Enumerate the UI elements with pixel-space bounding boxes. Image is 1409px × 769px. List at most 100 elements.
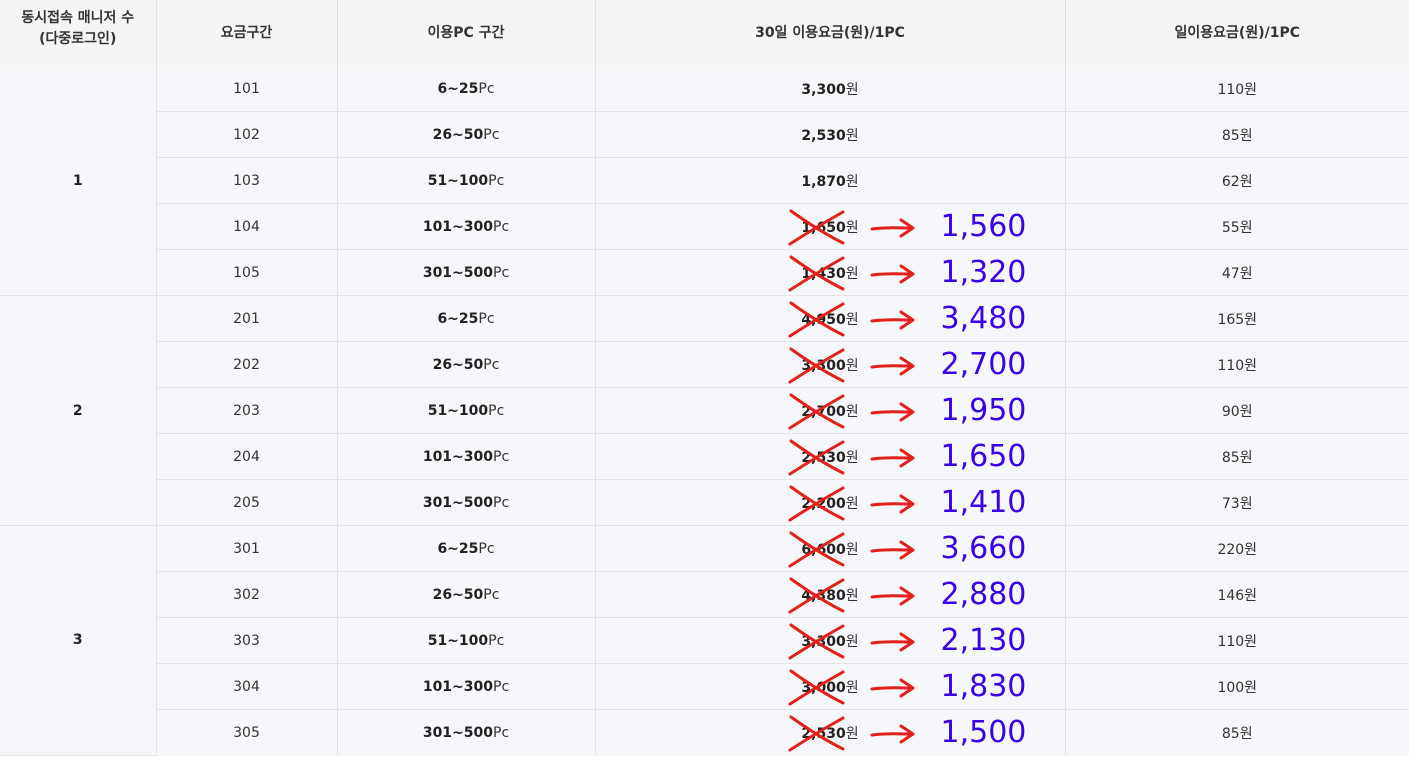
- right-arrow-icon: [870, 264, 914, 284]
- pc-range-cell: 301~500Pc: [336, 709, 595, 755]
- old-monthly-price: 2,200원: [788, 485, 859, 521]
- tier-cell: 304: [155, 663, 337, 710]
- old-monthly-price: 1,650원: [788, 209, 859, 245]
- old-monthly-price: 6,600원: [788, 531, 859, 567]
- new-monthly-price: 1,560: [940, 209, 1027, 244]
- monthly-price-value: 4,950: [801, 311, 846, 328]
- pc-range-value: 6~25: [437, 80, 479, 97]
- table-row: 2 201 6~25Pc 4,950원 3,480 165원: [0, 295, 1409, 526]
- monthly-price-value: 3,000: [801, 679, 846, 696]
- header-manager-count-line1: 동시접속 매니저 수: [21, 10, 135, 26]
- daily-fee-cell: 100원: [1064, 663, 1409, 710]
- new-monthly-price: 2,700: [940, 347, 1027, 382]
- right-arrow-icon: [870, 678, 914, 698]
- old-monthly-price: 4,950원: [788, 301, 859, 337]
- new-monthly-price: 1,650: [940, 439, 1027, 474]
- monthly-fee-cell: 3,300원 2,130: [594, 617, 1065, 664]
- tier-cell: 103: [155, 157, 337, 204]
- old-monthly-price: 1,430원: [788, 255, 859, 291]
- pc-range-cell: 51~100Pc: [336, 387, 595, 434]
- won-unit: 원: [845, 81, 859, 98]
- daily-fee-cell: 110원: [1064, 341, 1409, 388]
- daily-fee-cell: 55원: [1064, 203, 1409, 250]
- pc-unit: Pc: [493, 724, 510, 741]
- monthly-price-value: 1,870: [801, 173, 846, 190]
- right-arrow-icon: [870, 218, 914, 238]
- daily-fee-cell: 165원: [1064, 295, 1409, 342]
- tier-cell: 203: [155, 387, 337, 434]
- monthly-price-value: 1,650: [801, 219, 846, 236]
- pc-range-cell: 101~300Pc: [336, 203, 595, 250]
- pc-unit: Pc: [493, 218, 510, 235]
- pc-range-value: 26~50: [432, 356, 484, 373]
- new-monthly-price: 1,500: [940, 715, 1027, 750]
- pc-unit: Pc: [483, 356, 500, 373]
- pc-range-cell: 6~25Pc: [336, 66, 595, 112]
- tier-cell: 101: [155, 66, 337, 112]
- pc-range-cell: 301~500Pc: [336, 479, 595, 526]
- table-row: 302 26~50Pc 4,380원 2,880 146원: [0, 571, 1409, 618]
- right-arrow-icon: [870, 586, 914, 606]
- old-monthly-price: 3,300원: [788, 623, 859, 659]
- right-arrow-icon: [870, 724, 914, 744]
- pc-unit: Pc: [483, 126, 500, 143]
- header-tier: 요금구간: [155, 0, 337, 66]
- daily-fee-cell: 85원: [1064, 433, 1409, 480]
- old-monthly-price: 2,700원: [788, 393, 859, 429]
- won-unit: 원: [845, 449, 859, 466]
- pc-unit: Pc: [488, 632, 505, 649]
- monthly-fee-cell: 6,600원 3,660: [594, 525, 1065, 572]
- tier-cell: 305: [155, 709, 337, 755]
- monthly-fee-cell: 4,950원 3,480: [594, 295, 1065, 342]
- pc-unit: Pc: [478, 540, 495, 557]
- pc-range-cell: 26~50Pc: [336, 111, 595, 158]
- tier-cell: 202: [155, 341, 337, 388]
- pc-range-cell: 101~300Pc: [336, 433, 595, 480]
- pc-range-value: 301~500: [422, 724, 494, 741]
- daily-fee-cell: 110원: [1064, 617, 1409, 664]
- table-row: 304 101~300Pc 3,000원 1,830 100원: [0, 663, 1409, 710]
- monthly-fee-cell: 1,870원: [594, 157, 1065, 204]
- right-arrow-icon: [870, 448, 914, 468]
- table-row: 102 26~50Pc 2,530원 85원: [0, 111, 1409, 158]
- table-row: 202 26~50Pc 3,300원 2,700 110원: [0, 341, 1409, 388]
- monthly-price-value: 2,700: [801, 403, 846, 420]
- header-pc-range: 이용PC 구간: [336, 0, 595, 66]
- monthly-fee-cell: 2,530원: [594, 111, 1065, 158]
- tier-cell: 201: [155, 295, 337, 342]
- monthly-price-value: 3,300: [801, 81, 846, 98]
- tier-cell: 204: [155, 433, 337, 480]
- pricing-table-body: 1 101 6~25Pc 3,300원 110원 102 26~50Pc 2,530원 85원 1…: [0, 66, 1409, 756]
- monthly-fee-cell: 3,300원 2,700: [594, 341, 1065, 388]
- pc-range-cell: 26~50Pc: [336, 571, 595, 618]
- monthly-price-value: 6,600: [801, 541, 846, 558]
- old-monthly-price: 4,380원: [788, 577, 859, 613]
- daily-fee-cell: 85원: [1064, 709, 1409, 755]
- pc-range-value: 51~100: [427, 402, 489, 419]
- monthly-fee-cell: 2,200원 1,410: [594, 479, 1065, 526]
- tier-cell: 104: [155, 203, 337, 250]
- table-row: 1 101 6~25Pc 3,300원 110원: [0, 66, 1409, 296]
- won-unit: 원: [845, 357, 859, 374]
- new-monthly-price: 1,320: [940, 255, 1027, 290]
- pc-range-cell: 51~100Pc: [336, 157, 595, 204]
- won-unit: 원: [845, 127, 859, 144]
- tier-cell: 303: [155, 617, 337, 664]
- daily-fee-cell: 73원: [1064, 479, 1409, 526]
- tier-cell: 302: [155, 571, 337, 618]
- won-unit: 원: [845, 311, 859, 328]
- pc-range-value: 51~100: [427, 632, 489, 649]
- won-unit: 원: [845, 219, 859, 236]
- old-monthly-price: 3,300원: [788, 347, 859, 383]
- monthly-price-value: 2,530: [801, 127, 846, 144]
- pc-range-cell: 301~500Pc: [336, 249, 595, 296]
- daily-fee-cell: 146원: [1064, 571, 1409, 618]
- monthly-fee-cell: 4,380원 2,880: [594, 571, 1065, 618]
- pc-range-cell: 6~25Pc: [336, 295, 595, 342]
- old-monthly-price: 3,000원: [788, 669, 859, 705]
- pc-range-value: 301~500: [422, 494, 494, 511]
- right-arrow-icon: [870, 356, 914, 376]
- monthly-fee-cell: 1,650원 1,560: [594, 203, 1065, 250]
- pc-range-cell: 6~25Pc: [336, 525, 595, 572]
- pc-range-value: 101~300: [422, 218, 494, 235]
